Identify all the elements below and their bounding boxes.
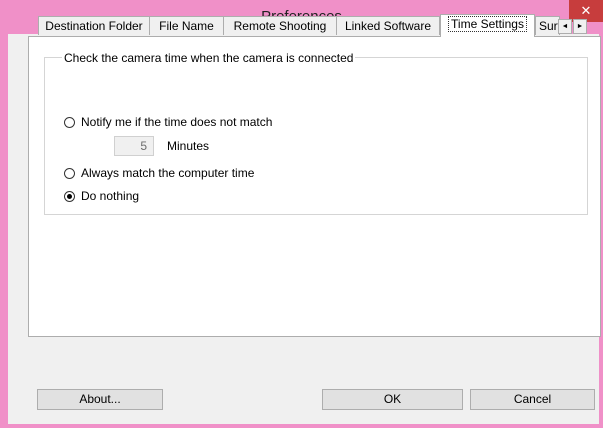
tab-linked-software[interactable]: Linked Software: [336, 16, 440, 35]
radio-button-icon[interactable]: [64, 116, 75, 128]
tab-label: Linked Software: [344, 19, 432, 33]
arrow-left-icon: ◄: [561, 23, 569, 30]
minutes-input[interactable]: 5: [114, 136, 154, 156]
group-title: Check the camera time when the camera is…: [62, 51, 356, 65]
tab-scroll-left-button[interactable]: ◄: [558, 19, 572, 34]
tab-scroll-right-button[interactable]: ►: [573, 19, 587, 34]
tab-file-name[interactable]: File Name: [149, 16, 224, 35]
radio-do-nothing[interactable]: Do nothing: [64, 189, 139, 203]
tab-label: Remote Shooting: [233, 19, 327, 33]
radio-notify-mismatch[interactable]: Notify me if the time does not match: [64, 115, 272, 129]
tab-destination-folder[interactable]: Destination Folder: [38, 16, 150, 35]
radio-label: Always match the computer time: [81, 166, 255, 180]
tab-time-settings[interactable]: Time Settings: [440, 14, 535, 37]
radio-always-match[interactable]: Always match the computer time: [64, 166, 254, 180]
tab-label: Surv: [539, 19, 559, 33]
minutes-label: Minutes: [167, 139, 210, 153]
radio-button-icon[interactable]: [64, 167, 75, 179]
tab-label: Time Settings: [448, 16, 527, 32]
radio-label: Notify me if the time does not match: [81, 115, 273, 129]
radio-button-icon[interactable]: [64, 190, 75, 202]
arrow-right-icon: ►: [576, 23, 584, 30]
tab-label: File Name: [159, 19, 214, 33]
ok-button[interactable]: OK: [322, 389, 463, 410]
about-button[interactable]: About...: [37, 389, 163, 410]
radio-label: Do nothing: [81, 189, 140, 203]
tab-survey-partial[interactable]: Surv: [535, 16, 560, 35]
tab-remote-shooting[interactable]: Remote Shooting: [223, 16, 337, 35]
cancel-button[interactable]: Cancel: [470, 389, 595, 410]
tab-label: Destination Folder: [45, 19, 143, 33]
